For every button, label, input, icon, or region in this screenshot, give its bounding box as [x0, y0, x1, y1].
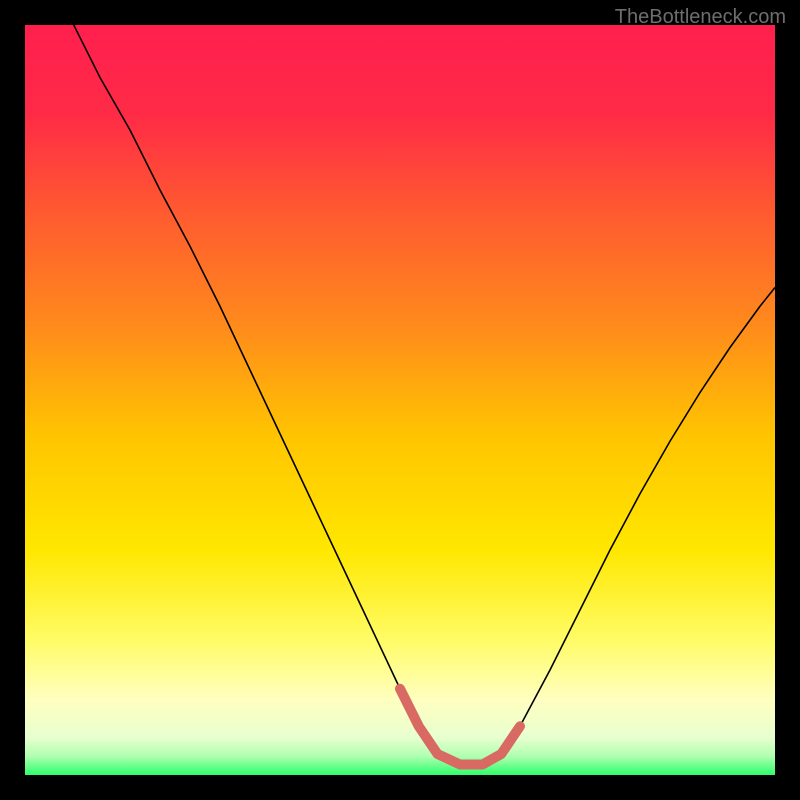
- watermark-text: TheBottleneck.com: [615, 6, 786, 29]
- chart-background-gradient: [25, 25, 775, 775]
- chart-container: [25, 25, 775, 775]
- bottleneck-curve-chart: [25, 25, 775, 775]
